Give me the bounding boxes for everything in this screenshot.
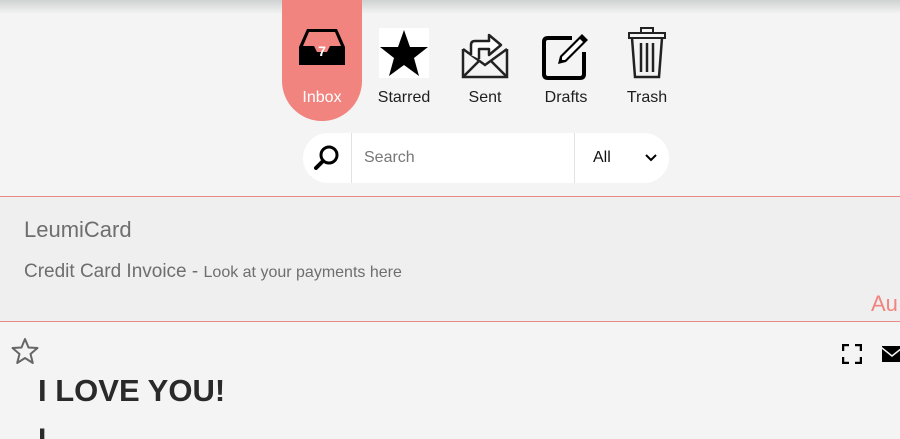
nav-label-trash: Trash xyxy=(626,89,668,106)
nav-label-sent: Sent xyxy=(468,89,502,106)
nav-item-starred[interactable]: Starred xyxy=(364,0,444,121)
search-input[interactable] xyxy=(352,133,574,183)
envelope-icon[interactable] xyxy=(882,346,900,367)
nav-label-starred: Starred xyxy=(377,89,431,106)
mail-subject-line: Credit Card Invoice - Look at your payme… xyxy=(24,261,402,283)
mail-date: Au xyxy=(871,291,898,316)
preview-body: I xyxy=(38,423,46,439)
star-outline-icon[interactable] xyxy=(11,337,39,370)
nav-label-drafts: Drafts xyxy=(544,89,588,106)
mail-app: 7 Inbox Starred Sent Drafts Trash Search… xyxy=(0,0,900,439)
unread-count-badge: 7 xyxy=(318,43,326,59)
nav-item-drafts[interactable]: Drafts xyxy=(526,0,606,121)
nav-item-sent[interactable]: Sent xyxy=(445,0,525,121)
search-filter-value: All xyxy=(593,149,611,166)
nav-item-trash[interactable]: Trash xyxy=(607,0,687,121)
mail-snippet: Look at your payments here xyxy=(203,264,402,281)
expand-icon[interactable] xyxy=(841,343,863,369)
envelope-send-icon xyxy=(461,31,509,84)
preview-title: I LOVE YOU! xyxy=(38,373,226,408)
mail-subject: Credit Card Invoice - xyxy=(24,261,204,282)
nav-label-inbox: Inbox xyxy=(302,89,342,106)
search-bar: All xyxy=(303,133,669,183)
pencil-square-icon xyxy=(542,32,590,85)
search-button[interactable] xyxy=(303,133,352,183)
mail-preview: I LOVE YOU! I xyxy=(0,323,900,439)
mail-sender: LeumiCard xyxy=(24,217,132,242)
star-icon xyxy=(379,28,429,83)
search-icon xyxy=(314,145,339,170)
mail-list-item[interactable]: LeumiCard Credit Card Invoice - Look at … xyxy=(0,196,900,322)
chevron-down-icon xyxy=(645,154,657,162)
trash-can-icon xyxy=(627,27,667,84)
nav-item-inbox[interactable]: 7 Inbox xyxy=(282,0,362,121)
search-filter-select[interactable]: All xyxy=(574,133,669,183)
folder-nav: 7 Inbox Starred Sent Drafts Trash xyxy=(282,0,692,122)
